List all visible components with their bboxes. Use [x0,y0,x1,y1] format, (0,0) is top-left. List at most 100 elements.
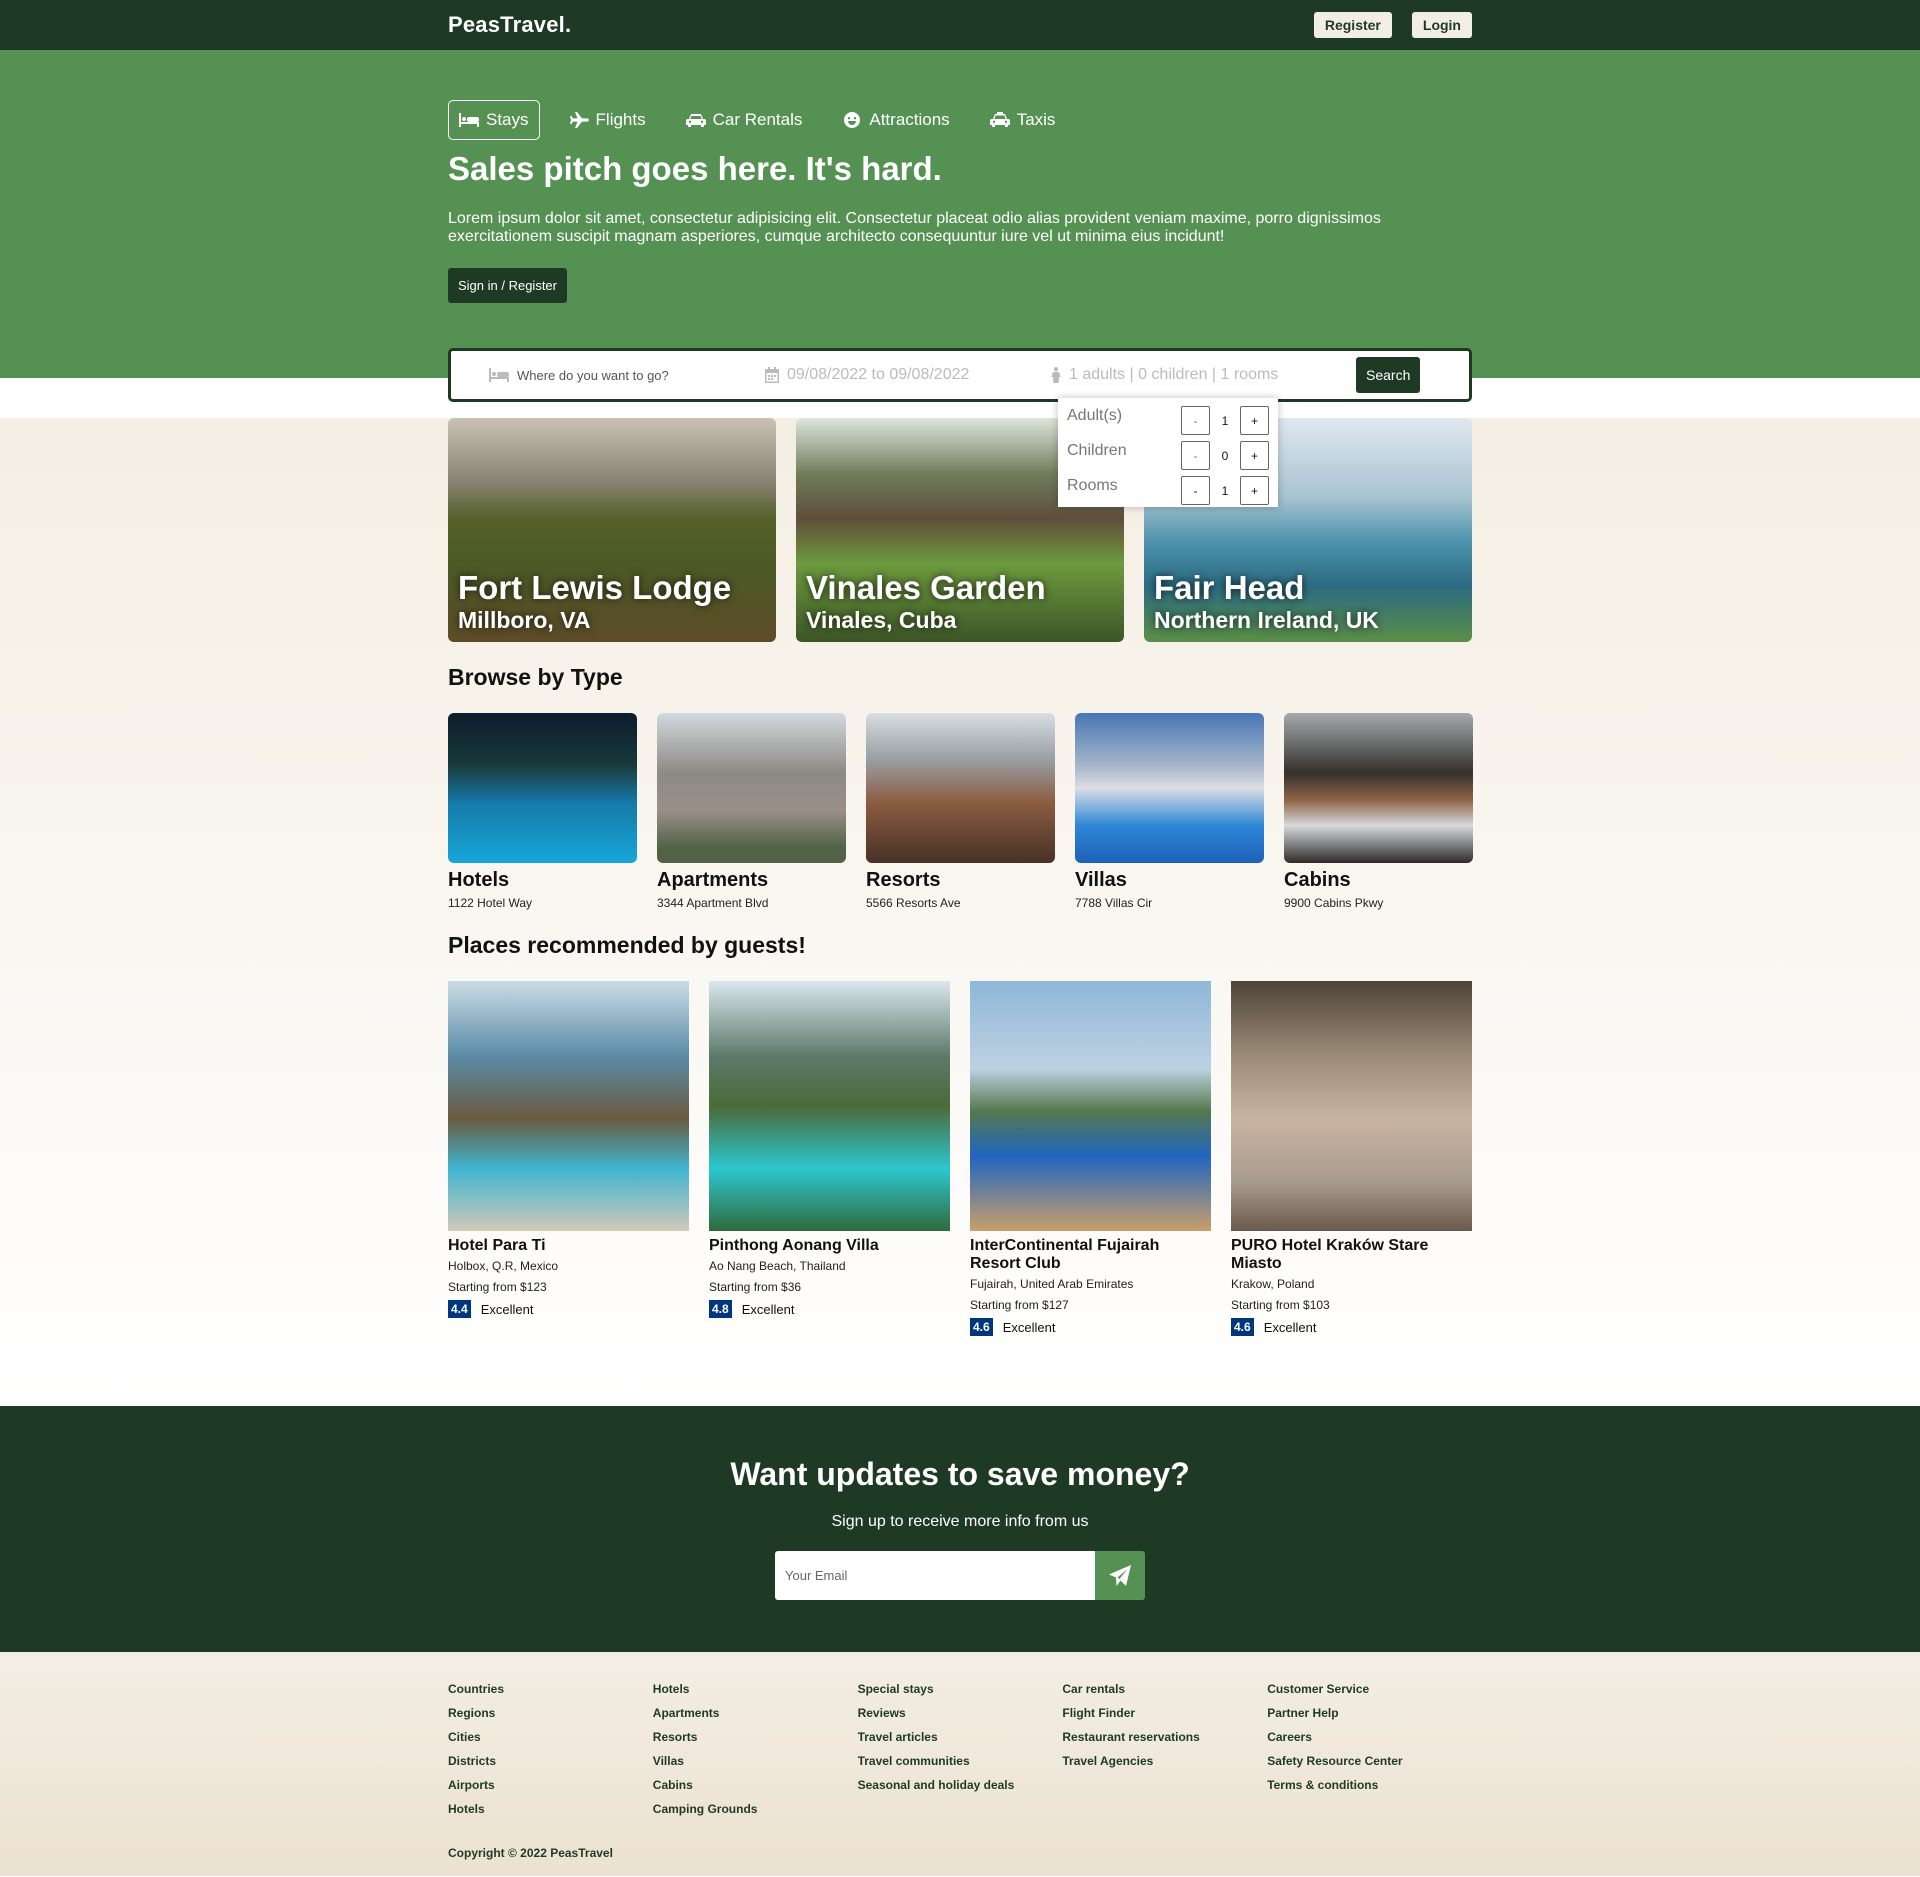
featured-location: Northern Ireland, UK [1154,607,1379,633]
rooms-increment-button[interactable]: + [1240,476,1269,505]
footer-link[interactable]: Travel Agencies [1062,1754,1267,1768]
recommended-card[interactable]: InterContinental Fujairah Resort Club Fu… [970,981,1211,1336]
footer-column: Customer Service Partner Help Careers Sa… [1267,1682,1472,1826]
footer-link[interactable]: Careers [1267,1730,1472,1744]
property-type-image [657,713,846,863]
recommended-card[interactable]: Pinthong Aonang Villa Ao Nang Beach, Tha… [709,981,950,1336]
property-type-name: Resorts [866,869,941,891]
main-content: Fort Lewis Lodge Millboro, VA Vinales Ga… [0,418,1920,1406]
rating: 4.4 Excellent [448,1300,689,1318]
login-button[interactable]: Login [1411,12,1472,38]
property-type-address: 3344 Apartment Blvd [657,896,769,910]
tab-label: Car Rentals [712,110,803,129]
children-label: Children [1067,441,1127,459]
footer-link[interactable]: Countries [448,1682,653,1696]
footer-link[interactable]: Resorts [653,1730,858,1744]
property-type-card[interactable]: Villas 7788 Villas Cir [1075,713,1264,910]
rating-label: Excellent [480,1301,534,1317]
hotel-name: PURO Hotel Kraków Stare Miasto [1231,1237,1429,1272]
rating: 4.6 Excellent [970,1318,1211,1336]
date-range-field[interactable]: 09/08/2022 to 09/08/2022 [765,366,1051,384]
footer-link[interactable]: Seasonal and holiday deals [858,1778,1063,1792]
footer-link[interactable]: Partner Help [1267,1706,1472,1720]
footer-link[interactable]: Car rentals [1062,1682,1267,1696]
newsletter-form [0,1551,1920,1600]
property-type-address: 1122 Hotel Way [448,896,533,910]
hero-title: Sales pitch goes here. It's hard. [448,150,942,187]
footer-link[interactable]: Hotels [448,1802,653,1816]
rating-score: 4.4 [448,1300,471,1318]
footer-link[interactable]: Special stays [858,1682,1063,1696]
footer-link[interactable]: Cabins [653,1778,858,1792]
date-range-text: 09/08/2022 to 09/08/2022 [787,366,970,383]
property-type-name: Villas [1075,869,1127,891]
footer-link[interactable]: Villas [653,1754,858,1768]
adults-decrement-button[interactable]: - [1181,406,1210,435]
rating-label: Excellent [1263,1319,1317,1335]
tab-stays[interactable]: Stays [448,100,540,140]
featured-card[interactable]: Fort Lewis Lodge Millboro, VA [448,418,776,642]
destination-input[interactable] [517,367,717,383]
copyright: Copyright © 2022 PeasTravel [448,1846,613,1860]
children-value: 0 [1221,448,1229,463]
newsletter-title: Want updates to save money? [730,1456,1190,1492]
tab-car-rentals[interactable]: Car Rentals [675,100,814,140]
footer-link[interactable]: Customer Service [1267,1682,1472,1696]
recommended-card[interactable]: Hotel Para Ti Holbox, Q.R, Mexico Starti… [448,981,689,1336]
register-button[interactable]: Register [1313,12,1392,38]
footer-link[interactable]: Hotels [653,1682,858,1696]
hotel-price: Starting from $103 [1231,1298,1330,1312]
footer-link[interactable]: Apartments [653,1706,858,1720]
footer-link[interactable]: Cities [448,1730,653,1744]
property-type-card[interactable]: Cabins 9900 Cabins Pkwy [1284,713,1473,910]
footer-link[interactable]: Regions [448,1706,653,1720]
footer-link[interactable]: Terms & conditions [1267,1778,1472,1792]
hotel-location: Krakow, Poland [1231,1277,1315,1291]
send-button[interactable] [1095,1551,1145,1600]
hotel-location: Holbox, Q.R, Mexico [448,1259,559,1273]
footer-link[interactable]: Reviews [858,1706,1063,1720]
footer-link[interactable]: Safety Resource Center [1267,1754,1472,1768]
adults-value: 1 [1221,413,1229,428]
hotel-price: Starting from $123 [448,1280,547,1294]
tab-taxis[interactable]: Taxis [979,100,1067,140]
footer-link[interactable]: Flight Finder [1062,1706,1267,1720]
guests-field[interactable]: 1 adults | 0 children | 1 rooms [1051,366,1356,384]
top-navbar: PeasTravel. Register Login [0,0,1920,50]
children-increment-button[interactable]: + [1240,441,1269,470]
tab-label: Stays [486,110,529,129]
footer-link[interactable]: Camping Grounds [653,1802,858,1816]
property-type-card[interactable]: Apartments 3344 Apartment Blvd [657,713,846,910]
footer-link[interactable]: Travel communities [858,1754,1063,1768]
rating-score: 4.8 [709,1300,732,1318]
plane-icon [569,112,589,128]
tab-label: Taxis [1016,110,1056,129]
destination-field[interactable] [489,367,765,383]
property-type-card[interactable]: Resorts 5566 Resorts Ave [866,713,1055,910]
footer-link[interactable]: Restaurant reservations [1062,1730,1267,1744]
footer-link[interactable]: Travel articles [858,1730,1063,1744]
search-button[interactable]: Search [1356,357,1421,393]
tab-flights[interactable]: Flights [558,100,657,140]
email-input[interactable] [775,1551,1095,1600]
logo[interactable]: PeasTravel. [448,12,571,38]
bed-icon [459,113,479,127]
children-decrement-button[interactable]: - [1181,441,1210,470]
property-type-card[interactable]: Hotels 1122 Hotel Way [448,713,637,910]
hotel-image [1231,981,1472,1231]
adults-label: Adult(s) [1067,406,1123,424]
footer-column: Hotels Apartments Resorts Villas Cabins … [653,1682,858,1826]
footer-link[interactable]: Districts [448,1754,653,1768]
bed-icon [489,368,509,382]
calendar-icon [765,367,779,383]
rooms-decrement-button[interactable]: - [1181,476,1210,505]
property-type-address: 7788 Villas Cir [1075,896,1153,910]
recommended-card[interactable]: PURO Hotel Kraków Stare Miasto Krakow, P… [1231,981,1472,1336]
taxi-icon [989,112,1010,127]
section-heading: Places recommended by guests! [448,932,806,958]
featured-destinations: Fort Lewis Lodge Millboro, VA Vinales Ga… [448,418,1472,642]
adults-increment-button[interactable]: + [1240,406,1269,435]
tab-attractions[interactable]: Attractions [831,100,960,140]
sign-in-register-button[interactable]: Sign in / Register [448,268,567,303]
footer-link[interactable]: Airports [448,1778,653,1792]
